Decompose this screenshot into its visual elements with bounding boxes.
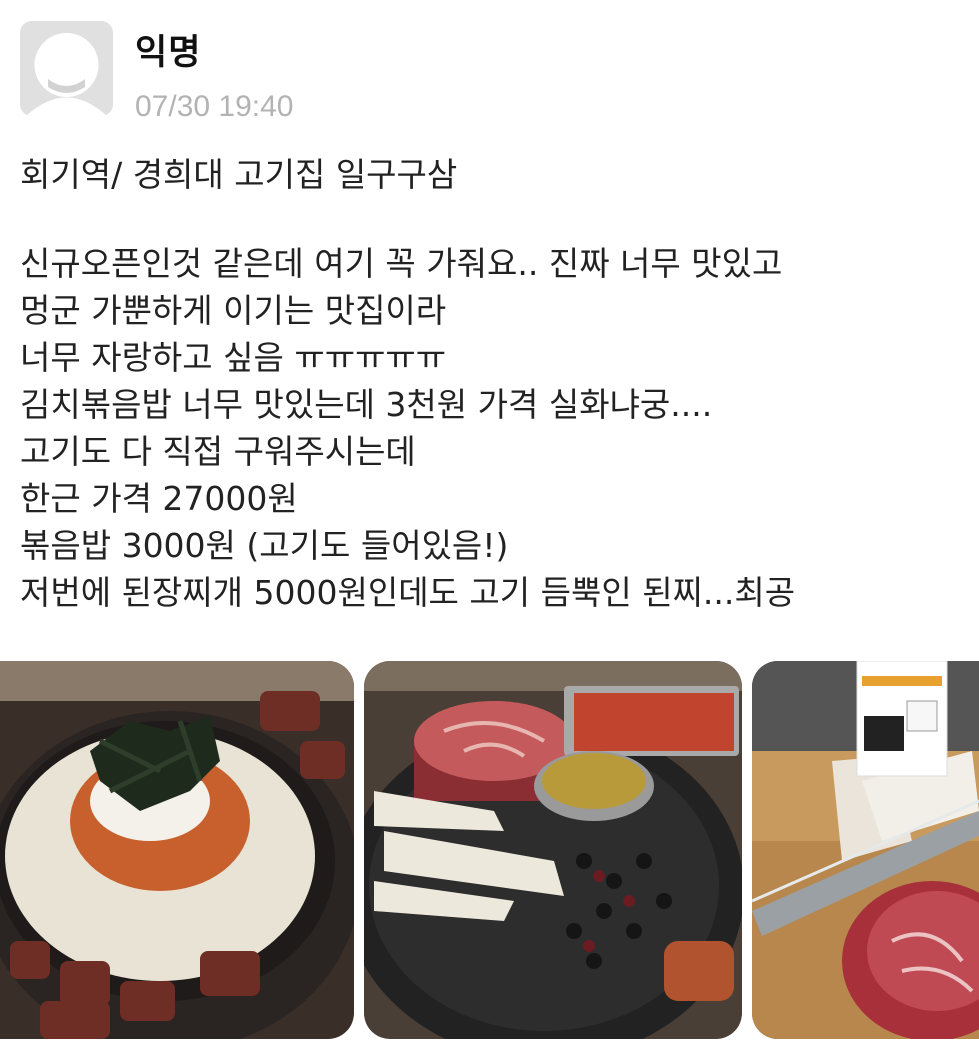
body-line: 김치볶음밥 너무 맛있는데 3천원 가격 실화냐궁.... <box>20 385 713 424</box>
body-line: 저번에 된장찌개 5000원인데도 고기 듬뿍인 된찌...최공 <box>20 573 796 612</box>
post-body: 신규오픈인것 같은데 여기 꼭 가줘요.. 진짜 너무 맛있고 멍군 가뿐하게 … <box>20 240 795 616</box>
body-line: 멍군 가뿐하게 이기는 맛집이라 <box>20 291 447 330</box>
body-line: 너무 자랑하고 싶음 ㅠㅠㅠㅠㅠ <box>20 338 447 377</box>
body-line: 한근 가격 27000원 <box>20 479 298 518</box>
post-title: 회기역/ 경희대 고기집 일구구삼 <box>20 155 458 194</box>
body-line: 고기도 다 직접 구워주시는데 <box>20 432 416 471</box>
body-line: 신규오픈인것 같은데 여기 꼭 가줘요.. 진짜 너무 맛있고 <box>20 244 783 283</box>
grill-meat-photo[interactable] <box>364 661 742 1039</box>
avatar[interactable] <box>20 21 113 116</box>
kimchi-fried-rice-photo[interactable] <box>0 661 354 1039</box>
anonymous-user-icon <box>20 21 113 116</box>
photo-strip[interactable] <box>0 661 979 1039</box>
body-line: 볶음밥 3000원 (고기도 들어있음!) <box>20 526 509 565</box>
author-name: 익명 <box>135 33 202 73</box>
post-timestamp: 07/30 19:40 <box>135 90 294 123</box>
meat-tongs-photo[interactable] <box>752 661 979 1039</box>
